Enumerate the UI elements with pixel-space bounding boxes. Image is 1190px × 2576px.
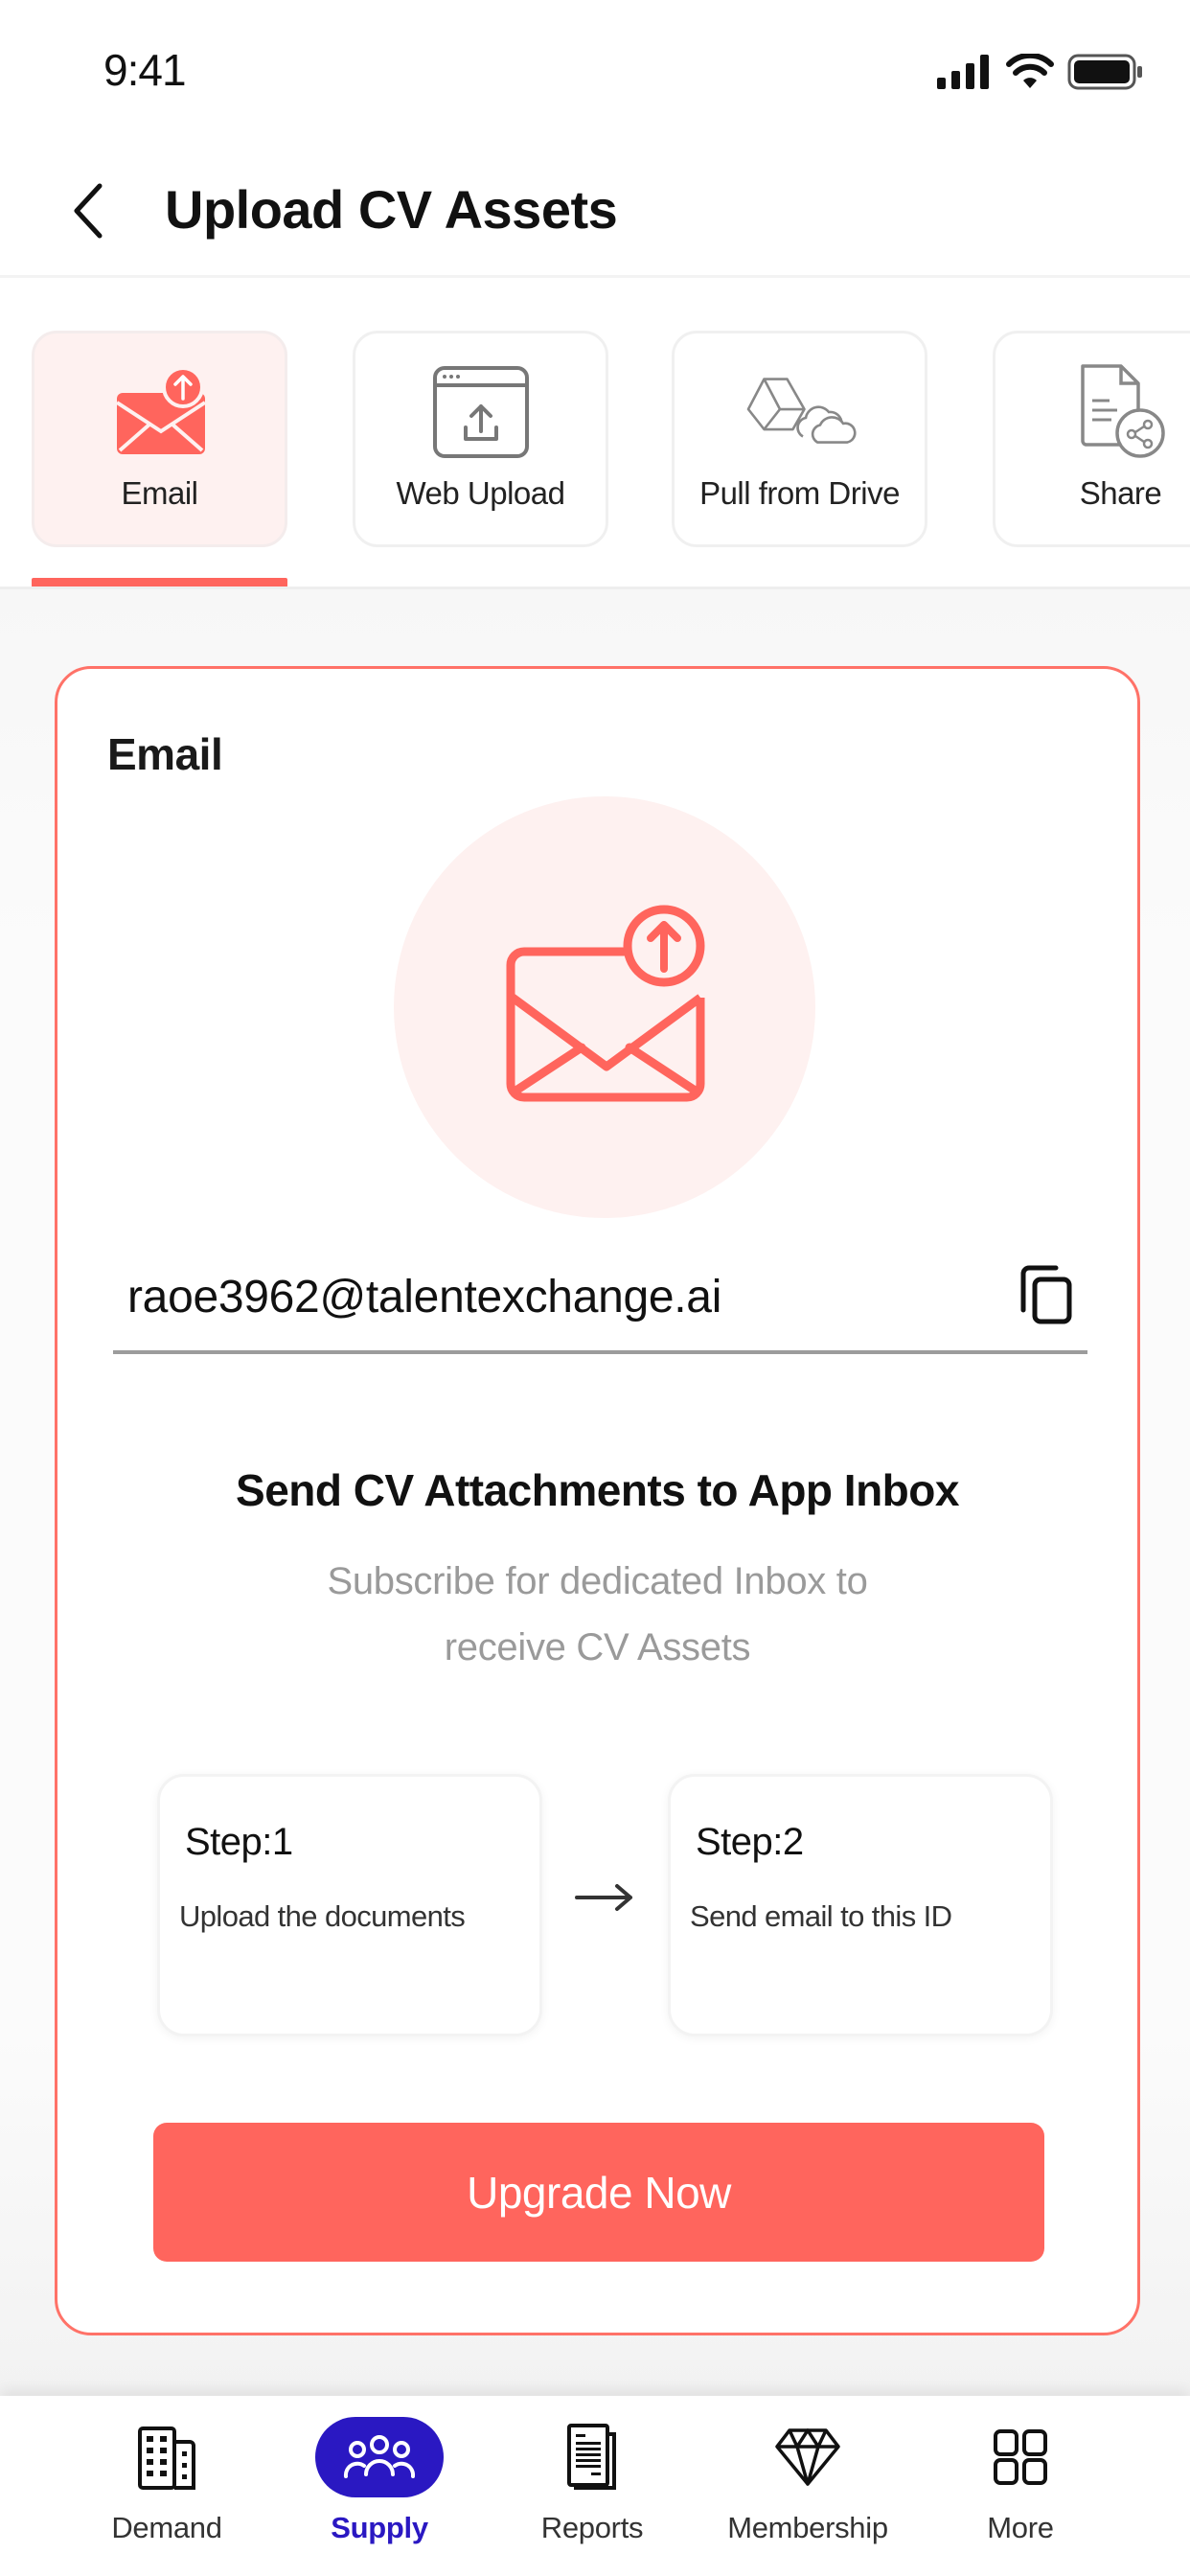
battery-icon <box>1067 54 1142 90</box>
card-title: Email <box>107 729 223 779</box>
copy-email-button[interactable] <box>1013 1259 1080 1330</box>
navigation-header: Upload CV Assets <box>0 144 1190 278</box>
nav-label: Supply <box>331 2511 428 2544</box>
page-title: Upload CV Assets <box>165 179 618 240</box>
wifi-icon <box>1006 54 1054 88</box>
tab-label: Email <box>121 475 198 511</box>
step-description: Upload the documents <box>179 1899 466 1933</box>
nav-item-reports[interactable]: Reports <box>487 2417 698 2561</box>
step-title: Step:1 <box>185 1821 293 1863</box>
info-subtitle-line: Subscribe for dedicated Inbox to <box>327 1560 868 1602</box>
tab-label: Share <box>1079 475 1162 511</box>
nav-item-more[interactable]: More <box>915 2417 1126 2561</box>
building-icon <box>138 2426 195 2490</box>
nav-item-demand[interactable]: Demand <box>61 2417 272 2561</box>
hero-illustration <box>394 796 815 1218</box>
drive-cloud-icon <box>746 378 857 444</box>
bottom-navigation: Demand Supply Reports Membership More <box>0 2396 1190 2576</box>
status-icons <box>937 54 1144 90</box>
nav-item-membership[interactable]: Membership <box>702 2417 913 2561</box>
cellular-signal-icon <box>937 55 989 89</box>
step-title: Step:2 <box>696 1821 804 1863</box>
document-share-icon <box>1080 364 1165 458</box>
tab-pull-from-drive[interactable]: Pull from Drive <box>672 331 927 547</box>
status-time: 9:41 <box>103 45 187 95</box>
step-description: Send email to this ID <box>690 1899 952 1933</box>
info-subtitle: Subscribe for dedicated Inbox to receive… <box>57 1549 1137 1681</box>
grid-icon <box>994 2429 1047 2485</box>
chevron-left-icon <box>74 183 103 239</box>
report-document-icon <box>567 2424 616 2490</box>
tab-web-upload[interactable]: Web Upload <box>353 331 608 547</box>
nav-label: More <box>987 2511 1054 2544</box>
email-upload-icon <box>115 366 206 454</box>
back-button[interactable] <box>59 174 117 247</box>
tab-email[interactable]: Email <box>32 331 287 547</box>
tab-share[interactable]: Share <box>993 331 1190 547</box>
people-group-icon <box>343 2435 416 2478</box>
copy-icon <box>1020 1265 1072 1324</box>
arrow-right-icon <box>575 1884 632 1911</box>
browser-upload-icon <box>432 366 529 458</box>
email-upload-icon <box>506 905 705 1102</box>
info-heading: Send CV Attachments to App Inbox <box>236 1465 959 1515</box>
status-bar: 9:41 <box>0 0 1190 144</box>
inbox-email-field: raoe3962@talentexchange.ai <box>113 1234 1087 1354</box>
tab-label: Pull from Drive <box>699 475 900 511</box>
nav-item-supply[interactable]: Supply <box>274 2417 485 2561</box>
inbox-email-address[interactable]: raoe3962@talentexchange.ai <box>127 1271 721 1323</box>
upgrade-now-button[interactable]: Upgrade Now <box>153 2123 1044 2262</box>
diamond-icon <box>775 2428 840 2486</box>
step-card-1: Step:1 Upload the documents <box>157 1774 542 2036</box>
tab-label: Web Upload <box>396 475 565 511</box>
info-subtitle-line: receive CV Assets <box>444 1626 751 1668</box>
active-tab-indicator <box>32 578 287 586</box>
nav-label: Demand <box>111 2511 222 2544</box>
step-card-2: Step:2 Send email to this ID <box>668 1774 1053 2036</box>
nav-label: Membership <box>727 2511 888 2544</box>
nav-label: Reports <box>540 2511 644 2544</box>
email-upload-card: Email raoe3962@talentexchange.ai Send CV… <box>55 666 1140 2335</box>
upload-method-tabs: Email Web Upload Pull from Drive Share <box>0 281 1190 589</box>
